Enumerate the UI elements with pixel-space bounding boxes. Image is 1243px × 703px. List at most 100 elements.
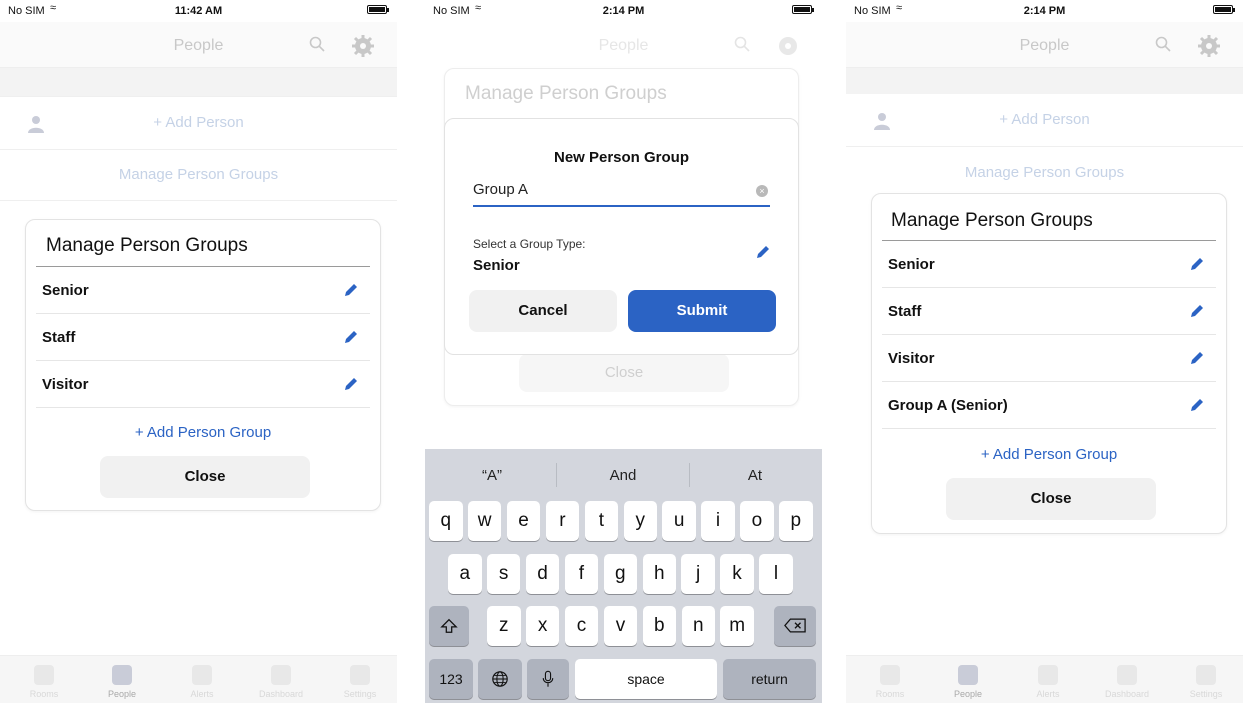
manage-groups-button[interactable]: Manage Person Groups xyxy=(846,164,1243,181)
key-t[interactable]: t xyxy=(584,501,619,541)
pencil-icon[interactable] xyxy=(344,283,358,297)
key-j[interactable]: j xyxy=(681,554,715,594)
screen-manage-groups-initial: No SIM ≈ 11:42 AM People + Add Person Ma… xyxy=(0,0,397,703)
key-o[interactable]: o xyxy=(740,501,774,541)
add-person-group-link[interactable]: + Add Person Group xyxy=(26,424,380,441)
key-p[interactable]: p xyxy=(779,501,813,541)
key-l[interactable]: l xyxy=(759,554,793,594)
key-a[interactable]: a xyxy=(448,554,482,594)
tab-rooms[interactable]: Rooms xyxy=(860,665,920,699)
key-y[interactable]: y xyxy=(623,501,657,541)
submit-button[interactable]: Submit xyxy=(628,290,776,332)
add-person-group-link[interactable]: + Add Person Group xyxy=(872,446,1226,463)
nav-bar: People xyxy=(425,22,822,68)
globe-key[interactable] xyxy=(478,659,522,699)
tab-dashboard[interactable]: Dashboard xyxy=(251,665,311,699)
group-row-staff[interactable]: Staff xyxy=(36,314,370,361)
key-s[interactable]: s xyxy=(486,554,521,594)
space-key[interactable]: space xyxy=(575,659,717,699)
add-person-button[interactable]: + Add Person xyxy=(0,114,397,131)
shift-key[interactable] xyxy=(429,606,469,646)
key-w[interactable]: w xyxy=(467,501,502,541)
card-title: Manage Person Groups xyxy=(46,235,248,256)
battery-icon xyxy=(1213,5,1235,14)
backspace-key[interactable] xyxy=(774,606,816,646)
globe-icon xyxy=(492,671,508,687)
group-row-visitor[interactable]: Visitor xyxy=(36,361,370,408)
clear-icon[interactable]: × xyxy=(756,185,768,197)
pencil-icon[interactable] xyxy=(756,245,770,259)
tab-label: Dashboard xyxy=(1104,689,1150,699)
group-label: Senior xyxy=(42,282,89,299)
search-icon[interactable] xyxy=(734,36,750,52)
key-f[interactable]: f xyxy=(564,554,599,594)
key-z[interactable]: z xyxy=(487,606,521,646)
tab-settings[interactable]: Settings xyxy=(330,665,390,699)
tab-label: Alerts xyxy=(190,689,214,699)
close-button[interactable]: Close xyxy=(519,354,729,392)
tab-label: Alerts xyxy=(1036,689,1060,699)
suggestion[interactable]: And xyxy=(558,467,688,484)
backspace-icon xyxy=(784,618,806,633)
search-icon[interactable] xyxy=(1155,36,1171,52)
key-g[interactable]: g xyxy=(603,554,638,594)
pencil-icon[interactable] xyxy=(344,377,358,391)
tab-people[interactable]: People xyxy=(92,665,152,699)
suggestion[interactable]: “A” xyxy=(427,467,557,484)
tab-alerts[interactable]: Alerts xyxy=(172,665,232,699)
tab-people[interactable]: People xyxy=(938,665,998,699)
tab-bar: Rooms People Alerts Dashboard Settings xyxy=(0,655,397,703)
group-row-visitor[interactable]: Visitor xyxy=(882,335,1216,382)
close-button[interactable]: Close xyxy=(946,478,1156,520)
return-key[interactable]: return xyxy=(723,659,816,699)
group-label: Visitor xyxy=(42,376,89,393)
key-i[interactable]: i xyxy=(701,501,735,541)
close-button[interactable]: Close xyxy=(100,456,310,498)
key-c[interactable]: c xyxy=(564,606,599,646)
gear-icon[interactable] xyxy=(351,34,375,58)
mic-key[interactable] xyxy=(527,659,569,699)
numbers-key[interactable]: 123 xyxy=(429,659,473,699)
key-m[interactable]: m xyxy=(720,606,754,646)
group-row-staff[interactable]: Staff xyxy=(882,288,1216,335)
search-icon[interactable] xyxy=(309,36,325,52)
key-k[interactable]: k xyxy=(720,554,754,594)
pencil-icon[interactable] xyxy=(344,330,358,344)
gear-icon[interactable] xyxy=(776,34,800,58)
group-row-senior[interactable]: Senior xyxy=(36,267,370,314)
key-d[interactable]: d xyxy=(525,554,560,594)
bell-icon xyxy=(1038,665,1058,685)
tab-dashboard[interactable]: Dashboard xyxy=(1097,665,1157,699)
status-time: 2:14 PM xyxy=(602,5,645,17)
tab-label: Rooms xyxy=(29,689,59,699)
group-name-input[interactable] xyxy=(473,181,770,198)
key-q[interactable]: q xyxy=(429,501,463,541)
key-h[interactable]: h xyxy=(642,554,676,594)
tab-rooms[interactable]: Rooms xyxy=(14,665,74,699)
pencil-icon[interactable] xyxy=(1190,351,1204,365)
pencil-icon[interactable] xyxy=(1190,257,1204,271)
key-n[interactable]: n xyxy=(681,606,715,646)
key-e[interactable]: e xyxy=(506,501,541,541)
suggestion[interactable]: At xyxy=(690,467,820,484)
nav-bar: People xyxy=(0,22,397,68)
group-row-group-a[interactable]: Group A (Senior) xyxy=(882,382,1216,429)
group-row-senior[interactable]: Senior xyxy=(882,241,1216,288)
pencil-icon[interactable] xyxy=(1190,398,1204,412)
key-b[interactable]: b xyxy=(642,606,677,646)
gear-icon[interactable] xyxy=(1197,34,1221,58)
tab-alerts[interactable]: Alerts xyxy=(1018,665,1078,699)
key-v[interactable]: v xyxy=(603,606,638,646)
tab-label: Dashboard xyxy=(258,689,304,699)
key-u[interactable]: u xyxy=(662,501,696,541)
group-label: Staff xyxy=(888,303,922,320)
tab-settings[interactable]: Settings xyxy=(1176,665,1236,699)
pencil-icon[interactable] xyxy=(1190,304,1204,318)
key-r[interactable]: r xyxy=(545,501,580,541)
manage-groups-button[interactable]: Manage Person Groups xyxy=(0,166,397,183)
add-person-button[interactable]: + Add Person xyxy=(846,111,1243,128)
status-time: 2:14 PM xyxy=(1023,5,1066,17)
group-name-field[interactable]: × xyxy=(473,181,770,207)
cancel-button[interactable]: Cancel xyxy=(469,290,617,332)
key-x[interactable]: x xyxy=(525,606,560,646)
